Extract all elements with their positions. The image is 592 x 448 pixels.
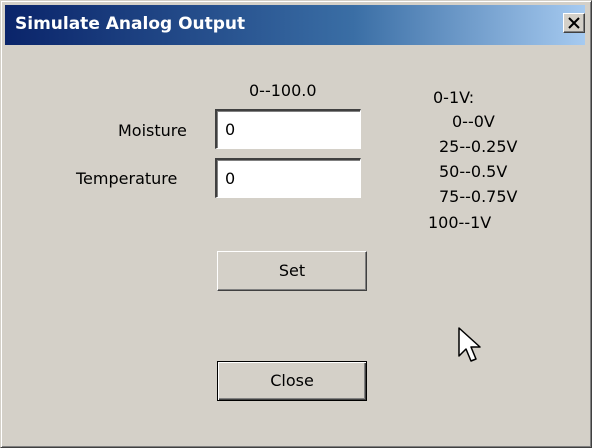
close-button[interactable]: Close bbox=[217, 361, 367, 401]
temperature-input[interactable] bbox=[215, 158, 361, 198]
temperature-label: Temperature bbox=[76, 169, 178, 188]
close-window-button[interactable] bbox=[563, 13, 585, 33]
dialog-window: Simulate Analog Output 0--100.0 Moisture… bbox=[0, 0, 592, 448]
close-icon bbox=[568, 17, 580, 29]
voltage-legend-heading: 0-1V: bbox=[433, 88, 475, 107]
set-button[interactable]: Set bbox=[217, 251, 367, 291]
voltage-legend-line: 0--0V bbox=[452, 112, 495, 131]
range-label: 0--100.0 bbox=[249, 81, 317, 100]
moisture-label: Moisture bbox=[118, 121, 187, 140]
moisture-input[interactable] bbox=[215, 109, 361, 149]
mouse-pointer-icon bbox=[458, 327, 481, 362]
voltage-legend-line: 75--0.75V bbox=[439, 187, 518, 206]
voltage-legend-line: 50--0.5V bbox=[439, 162, 508, 181]
window-title: Simulate Analog Output bbox=[15, 14, 246, 34]
voltage-legend-line: 25--0.25V bbox=[439, 137, 518, 156]
voltage-legend-line: 100--1V bbox=[428, 213, 492, 232]
title-bar[interactable]: Simulate Analog Output bbox=[5, 5, 585, 45]
